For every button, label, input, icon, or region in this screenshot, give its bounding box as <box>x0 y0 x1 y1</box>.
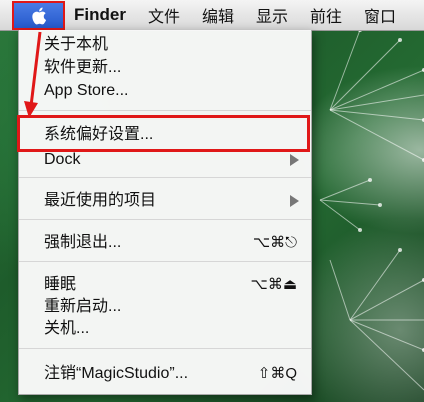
red-arrow-annotation <box>24 31 42 118</box>
